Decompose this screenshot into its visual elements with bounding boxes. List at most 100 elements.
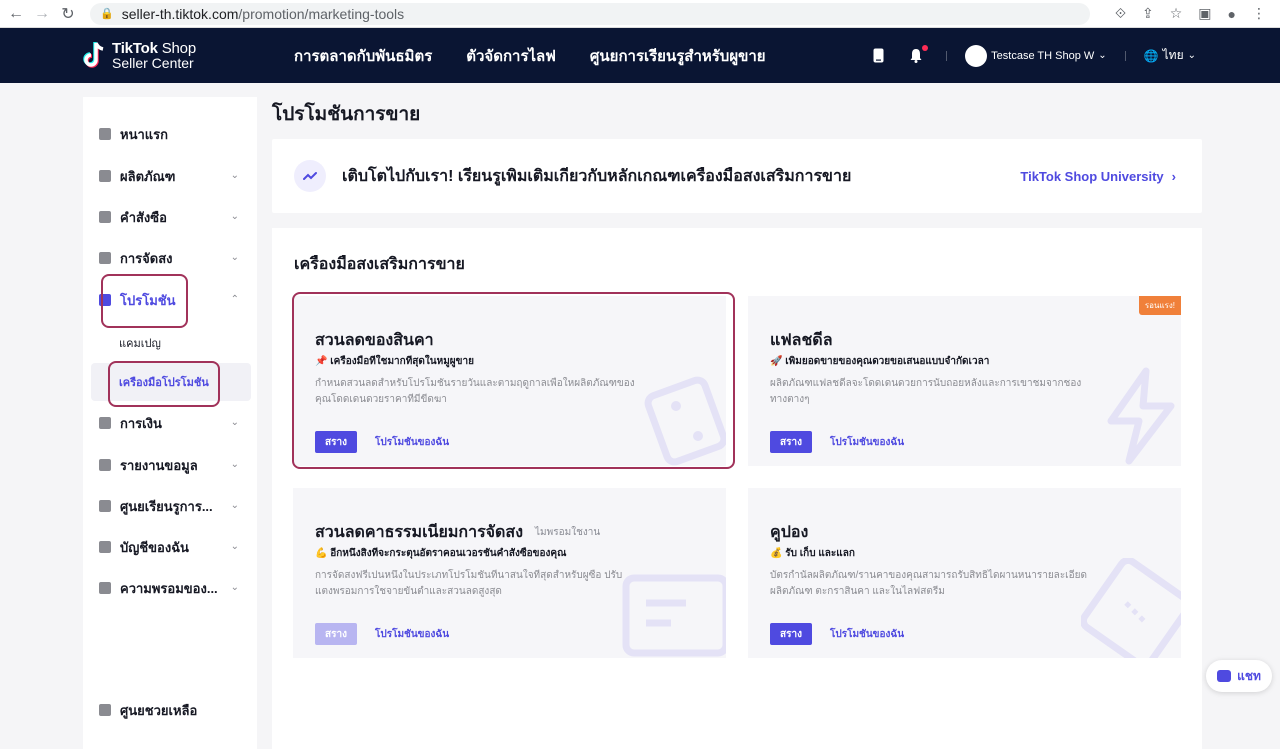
sidebar-item-label: คำสังซือ (120, 209, 167, 225)
tiktok-shop-logo[interactable]: TikTok Shop Seller Center (82, 41, 262, 71)
share-icon[interactable]: ⇪ (1142, 5, 1154, 22)
notification-bell-icon[interactable] (908, 44, 929, 64)
nav-live-manager[interactable]: ตัวจัดการไลฟ (466, 44, 556, 68)
university-link-label: TikTok Shop University (1020, 168, 1164, 184)
chevron-down-icon: ⌄ (230, 252, 239, 263)
translate-icon[interactable]: ⟐ (1115, 5, 1126, 22)
hot-badge: รอนแรง! (1138, 296, 1181, 315)
sidebar-item-products[interactable]: ผลิตภัณฑ ⌄ (83, 156, 257, 196)
sidebar-item-orders[interactable]: คำสังซือ ⌄ (83, 197, 257, 237)
divider (1124, 50, 1126, 61)
card-subtitle: 💪 อีกหนึงสิงทีจะกระตุนอัตราคอนเวอรชันคำส… (315, 548, 567, 559)
card-subtitle: 🚀 เพิมยอดขายของคุณดวยขอเสนอแบบจำกัดเวลา (770, 356, 990, 367)
coupon-ticket-icon (1081, 558, 1181, 658)
user-name[interactable]: Testcase TH Shop W (991, 50, 1094, 62)
language-selector[interactable]: 🌐 ไทย ⌄ (1144, 46, 1196, 65)
url-path: /promotion/marketing-tools (238, 5, 405, 22)
my-promotions-link[interactable]: โปรโมชันของฉัน (830, 627, 904, 642)
logo-brand: TikTok (112, 39, 158, 57)
card-title: แฟลชดีล (770, 332, 833, 349)
sidebar: หนาแรก ผลิตภัณฑ ⌄ คำสังซือ ⌄ การจัดสง ⌄ … (83, 97, 257, 749)
forward-icon[interactable]: → (32, 4, 52, 24)
my-promotions-link[interactable]: โปรโมชันของฉัน (375, 627, 449, 642)
side-panel-icon[interactable]: ▣ (1198, 5, 1211, 22)
create-button[interactable]: สราง (770, 623, 812, 645)
sidebar-item-shipping[interactable]: การจัดสง ⌄ (83, 238, 257, 278)
profile-icon[interactable]: ● (1228, 6, 1236, 22)
chat-button[interactable]: แชท (1206, 660, 1272, 692)
divider (946, 50, 948, 61)
sidebar-item-label: ศูนยเรียนรูการ... (120, 498, 213, 514)
section-title: เครืองมือสงเสริมการขาย (294, 256, 465, 273)
sidebar-item-label: รายงานขอมูล (120, 457, 198, 473)
chevron-down-icon: ⌄ (230, 170, 239, 181)
menu-kebab-icon[interactable]: ⋮ (1252, 5, 1266, 22)
sidebar-item-reports[interactable]: รายงานขอมูล ⌄ (83, 445, 257, 485)
user-icon (99, 541, 111, 553)
nav-learning-center[interactable]: ศูนยการเรียนรูสำหรับผูขาย (590, 44, 766, 68)
language-label: ไทย (1162, 48, 1184, 62)
help-icon (99, 704, 111, 716)
trophy-icon (99, 582, 111, 594)
sidebar-item-learning[interactable]: ศูนยเรียนรูการ... ⌄ (83, 486, 257, 526)
url-host: seller-th.tiktok.com (121, 5, 239, 22)
card-description: บัตรกำนัลผลิตภัณฑ/รานคาของคุณสามารถรับสิ… (770, 570, 1087, 597)
chevron-right-icon: › (1171, 168, 1176, 184)
chevron-down-icon: ⌄ (230, 500, 239, 511)
highlight-box-promotions (101, 274, 188, 328)
tiktok-logo-icon (83, 41, 104, 68)
product-icon (99, 170, 111, 182)
home-icon (99, 128, 111, 140)
highlight-box-promo-tools (108, 361, 220, 407)
sidebar-item-label: ศูนยชวยเหลือ (120, 702, 198, 718)
avatar[interactable] (965, 44, 988, 67)
chevron-down-icon[interactable]: ⌄ (1098, 50, 1106, 61)
tool-card-shipping-discount[interactable]: สวนลดคาธรรมเนียมการจัดสง ไมพรอมใชงาน 💪 อี… (293, 488, 726, 658)
card-icon (99, 417, 111, 429)
chevron-down-icon: ⌄ (230, 459, 239, 470)
sidebar-item-label: หนาแรก (120, 126, 168, 142)
tool-card-flash-deal[interactable]: รอนแรง! แฟลชดีล 🚀 เพิมยอดขายของคุณดวยขอเ… (748, 296, 1181, 466)
sidebar-subitem-campaigns[interactable]: แคมเปญ (119, 334, 161, 352)
chevron-down-icon: ⌄ (230, 582, 239, 593)
address-bar[interactable]: 🔒 seller-th.tiktok.com/promotion/marketi… (90, 2, 1090, 25)
order-icon (99, 211, 111, 223)
seller-center-header: TikTok Shop Seller Center การตลาดกับพันธ… (0, 28, 1280, 83)
card-title: สวนลดคาธรรมเนียมการจัดสง (315, 524, 524, 541)
trend-up-icon (294, 160, 326, 192)
my-promotions-link[interactable]: โปรโมชันของฉัน (830, 435, 904, 450)
back-icon[interactable]: ← (6, 4, 26, 24)
university-link[interactable]: TikTok Shop University › (1020, 169, 1176, 184)
medal-icon (99, 500, 111, 512)
globe-icon: 🌐 (1143, 48, 1159, 63)
sidebar-item-help[interactable]: ศูนยชวยเหลือ (83, 690, 257, 730)
card-description: การจัดสงฟรีเปนหนึงในประเภทโปรโมชันทีนาสน… (315, 570, 623, 597)
card-subtitle: 💰 รับ เก็บ และแลก (770, 548, 855, 559)
sidebar-item-finance[interactable]: การเงิน ⌄ (83, 403, 257, 443)
tool-card-coupon[interactable]: คูปอง 💰 รับ เก็บ และแลก บัตรกำนัลผลิตภัณ… (748, 488, 1181, 658)
sidebar-item-account[interactable]: บัญชีของฉัน ⌄ (83, 527, 257, 567)
chevron-down-icon: ⌄ (230, 541, 239, 552)
mobile-icon[interactable] (870, 48, 886, 64)
chevron-down-icon: ⌄ (230, 211, 239, 222)
logo-shop: Shop (161, 39, 196, 57)
chat-bubble-icon (1217, 670, 1232, 682)
highlight-box-product-discount (292, 292, 735, 469)
chevron-down-icon: ⌄ (1187, 50, 1196, 61)
reload-icon[interactable]: ↻ (58, 4, 78, 24)
shipping-box-icon (622, 574, 726, 657)
sidebar-item-home[interactable]: หนาแรก (83, 114, 257, 154)
bookmark-star-icon[interactable]: ☆ (1170, 5, 1183, 22)
card-title: คูปอง (770, 524, 809, 541)
page-title: โปรโมชันการขาย (272, 104, 421, 125)
create-button[interactable]: สราง (770, 431, 812, 453)
unavailable-status: ไมพรอมใชงาน (535, 527, 601, 538)
sidebar-item-readiness[interactable]: ความพรอมของ... ⌄ (83, 568, 257, 608)
chat-label: แชท (1237, 668, 1261, 683)
nav-affiliate[interactable]: การตลาดกับพันธมิตร (294, 44, 432, 68)
university-banner: เติบโตไปกับเรา! เรียนรูเพิมเติมเกียวกับห… (272, 139, 1202, 213)
create-button-disabled: สราง (315, 623, 357, 645)
browser-toolbar: ← → ↻ 🔒 seller-th.tiktok.com/promotion/m… (0, 0, 1280, 28)
sidebar-item-label: การเงิน (120, 415, 162, 431)
banner-text: เติบโตไปกับเรา! เรียนรูเพิมเติมเกียวกับห… (342, 167, 852, 185)
